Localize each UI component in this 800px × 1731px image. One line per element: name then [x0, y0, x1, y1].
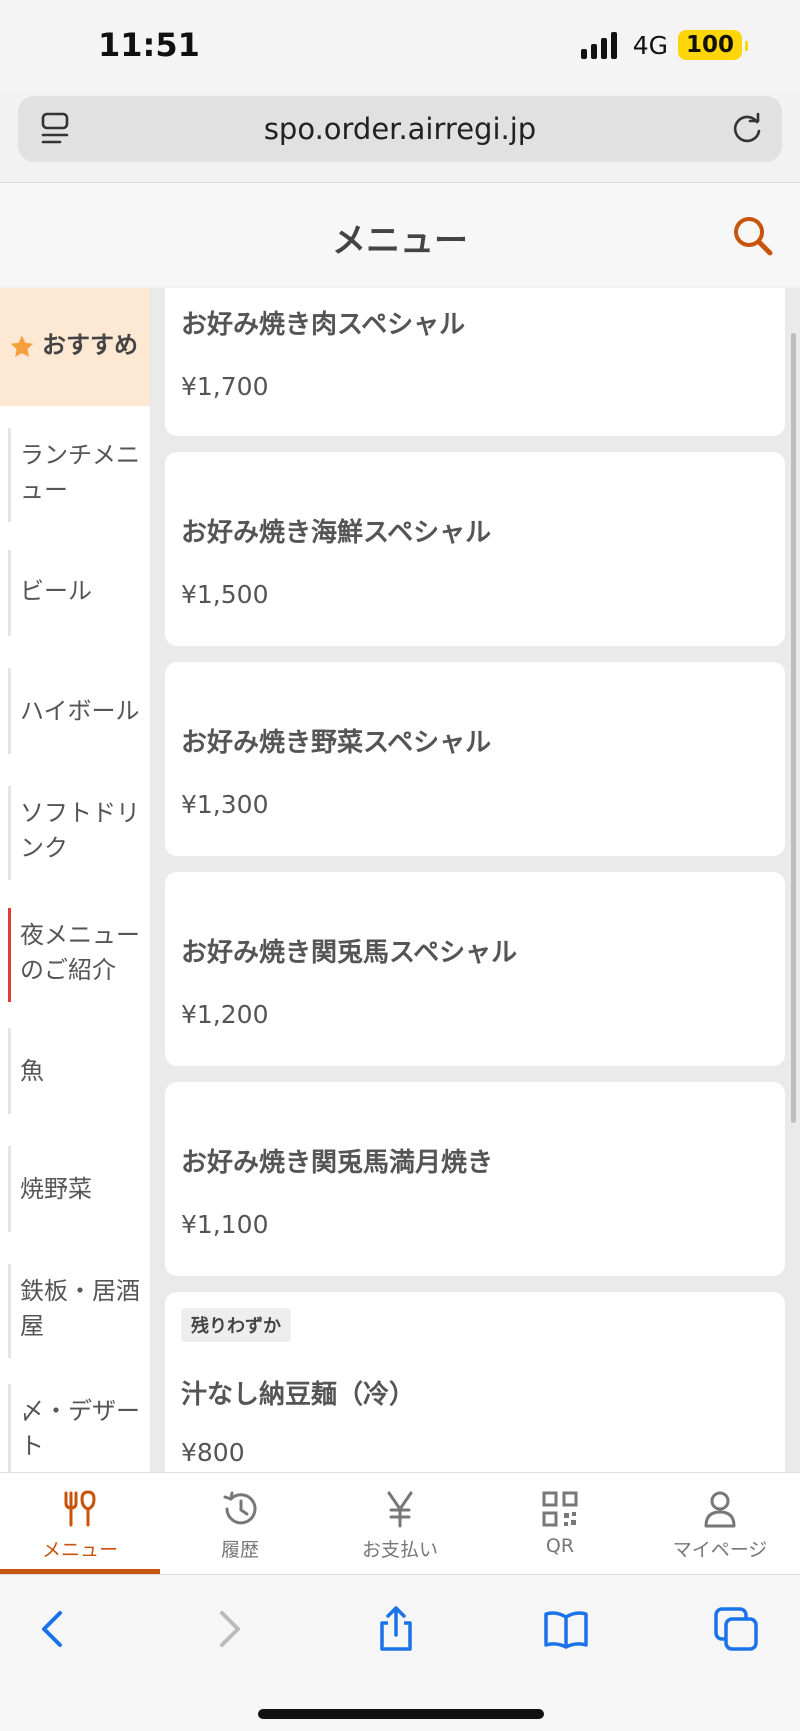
nav-qr[interactable]: QR [480, 1473, 640, 1574]
category-indicator [8, 428, 11, 522]
browser-toolbar [0, 1574, 800, 1731]
nav-label: QR [545, 1535, 575, 1557]
menu-item-card[interactable]: 残りわずか 汁なし納豆麺（冷） ¥800 [165, 1292, 785, 1472]
nav-my-page[interactable]: マイページ [640, 1473, 800, 1574]
menu-item-card[interactable]: お好み焼き野菜スペシャル ¥1,300 [165, 662, 785, 856]
nav-label: マイページ [672, 1539, 768, 1561]
star-icon [10, 335, 34, 357]
category-item-teppan[interactable]: 鉄板・居酒屋 [0, 1264, 150, 1358]
item-price: ¥1,200 [181, 1000, 269, 1029]
category-item-beer[interactable]: ビール [0, 550, 150, 636]
low-stock-badge: 残りわずか [181, 1308, 291, 1342]
item-price: ¥1,500 [181, 580, 269, 609]
reload-icon[interactable] [730, 112, 764, 146]
category-label: 夜メニューのご紹介 [20, 921, 140, 984]
nav-history[interactable]: 履歴 [160, 1473, 320, 1574]
menu-list: お好み焼き肉スペシャル ¥1,700 お好み焼き海鮮スペシャル ¥1,500 お… [150, 288, 800, 1472]
fork-knife-icon [64, 1490, 96, 1527]
item-price: ¥1,700 [181, 372, 269, 401]
item-name: お好み焼き野菜スペシャル [181, 728, 492, 758]
back-icon[interactable] [30, 1605, 78, 1653]
category-item-soft-drink[interactable]: ソフトドリンク [0, 786, 150, 880]
status-indicators: 4G 100 [580, 30, 749, 60]
scrollbar[interactable] [791, 333, 796, 1123]
tabs-icon[interactable] [712, 1605, 760, 1653]
category-indicator [8, 786, 11, 880]
battery-icon: 100 [677, 30, 749, 60]
category-item-night-menu[interactable]: 夜メニューのご紹介 [0, 908, 150, 1002]
item-price: ¥800 [181, 1438, 245, 1467]
item-name: お好み焼き肉スペシャル [181, 310, 466, 340]
bookmarks-icon[interactable] [542, 1605, 590, 1653]
category-item-lunch[interactable]: ランチメニュー [0, 428, 150, 522]
forward-icon[interactable] [204, 1605, 252, 1653]
status-time: 11:51 [98, 26, 200, 64]
menu-item-card[interactable]: お好み焼き関兎馬満月焼き ¥1,100 [165, 1082, 785, 1276]
item-name: 汁なし納豆麺（冷） [181, 1380, 416, 1410]
menu-item-card[interactable]: お好み焼き肉スペシャル ¥1,700 [165, 288, 785, 436]
category-sidebar: おすすめ ランチメニュー ビール ハイボール ソフトドリンク 夜メニューのご紹介… [0, 288, 150, 1472]
category-indicator [8, 1384, 11, 1472]
category-indicator [8, 1028, 11, 1114]
category-indicator [8, 550, 11, 636]
item-price: ¥1,100 [181, 1210, 269, 1239]
nav-payment[interactable]: お支払い [320, 1473, 480, 1574]
nav-label: お支払い [361, 1539, 438, 1561]
item-name: お好み焼き海鮮スペシャル [181, 518, 492, 548]
category-item-dessert[interactable]: 〆・デザート [0, 1384, 150, 1472]
category-label: ソフトドリンク [20, 799, 140, 862]
item-name: お好み焼き関兎馬満月焼き [181, 1148, 494, 1178]
yen-icon [387, 1491, 413, 1528]
nav-menu[interactable]: メニュー [0, 1473, 160, 1574]
page-title: メニュー [332, 221, 468, 261]
category-label: 焼野菜 [20, 1175, 92, 1203]
item-price: ¥1,300 [181, 790, 269, 819]
category-label: ランチメニュー [20, 441, 140, 504]
category-indicator [8, 668, 11, 754]
category-label: ビール [20, 577, 92, 605]
category-label: ハイボール [20, 697, 140, 725]
category-item-highball[interactable]: ハイボール [0, 668, 150, 754]
category-item-fish[interactable]: 魚 [0, 1028, 150, 1114]
category-label: おすすめ [42, 331, 138, 359]
url-text[interactable]: spo.order.airregi.jp [18, 112, 782, 146]
status-bar: 11:51 4G 100 [0, 0, 800, 92]
item-name: お好み焼き関兎馬スペシャル [181, 938, 518, 968]
bottom-navigation: メニュー 履歴 お支払い QR マイページ [0, 1472, 800, 1574]
category-indicator [8, 1264, 11, 1358]
history-icon [223, 1491, 257, 1525]
qr-code-icon [542, 1491, 578, 1527]
nav-label: メニュー [41, 1539, 118, 1561]
menu-item-card[interactable]: お好み焼き海鮮スペシャル ¥1,500 [165, 452, 785, 646]
category-item-grilled-vegetables[interactable]: 焼野菜 [0, 1146, 150, 1232]
category-item-recommended[interactable]: おすすめ [0, 288, 150, 406]
address-bar[interactable]: spo.order.airregi.jp [18, 96, 782, 162]
share-icon[interactable] [372, 1605, 420, 1653]
app-header: メニュー [0, 182, 800, 286]
signal-icon [580, 31, 617, 59]
nav-label: 履歴 [220, 1539, 259, 1561]
search-icon[interactable] [732, 215, 774, 257]
category-label: 魚 [20, 1057, 44, 1085]
network-type: 4G [632, 30, 668, 60]
home-indicator [258, 1709, 544, 1719]
category-indicator [8, 1146, 11, 1232]
category-label: 鉄板・居酒屋 [20, 1277, 140, 1340]
user-icon [704, 1491, 736, 1528]
category-label: 〆・デザート [20, 1397, 140, 1460]
menu-item-card[interactable]: お好み焼き関兎馬スペシャル ¥1,200 [165, 872, 785, 1066]
category-indicator-active [8, 908, 11, 1002]
